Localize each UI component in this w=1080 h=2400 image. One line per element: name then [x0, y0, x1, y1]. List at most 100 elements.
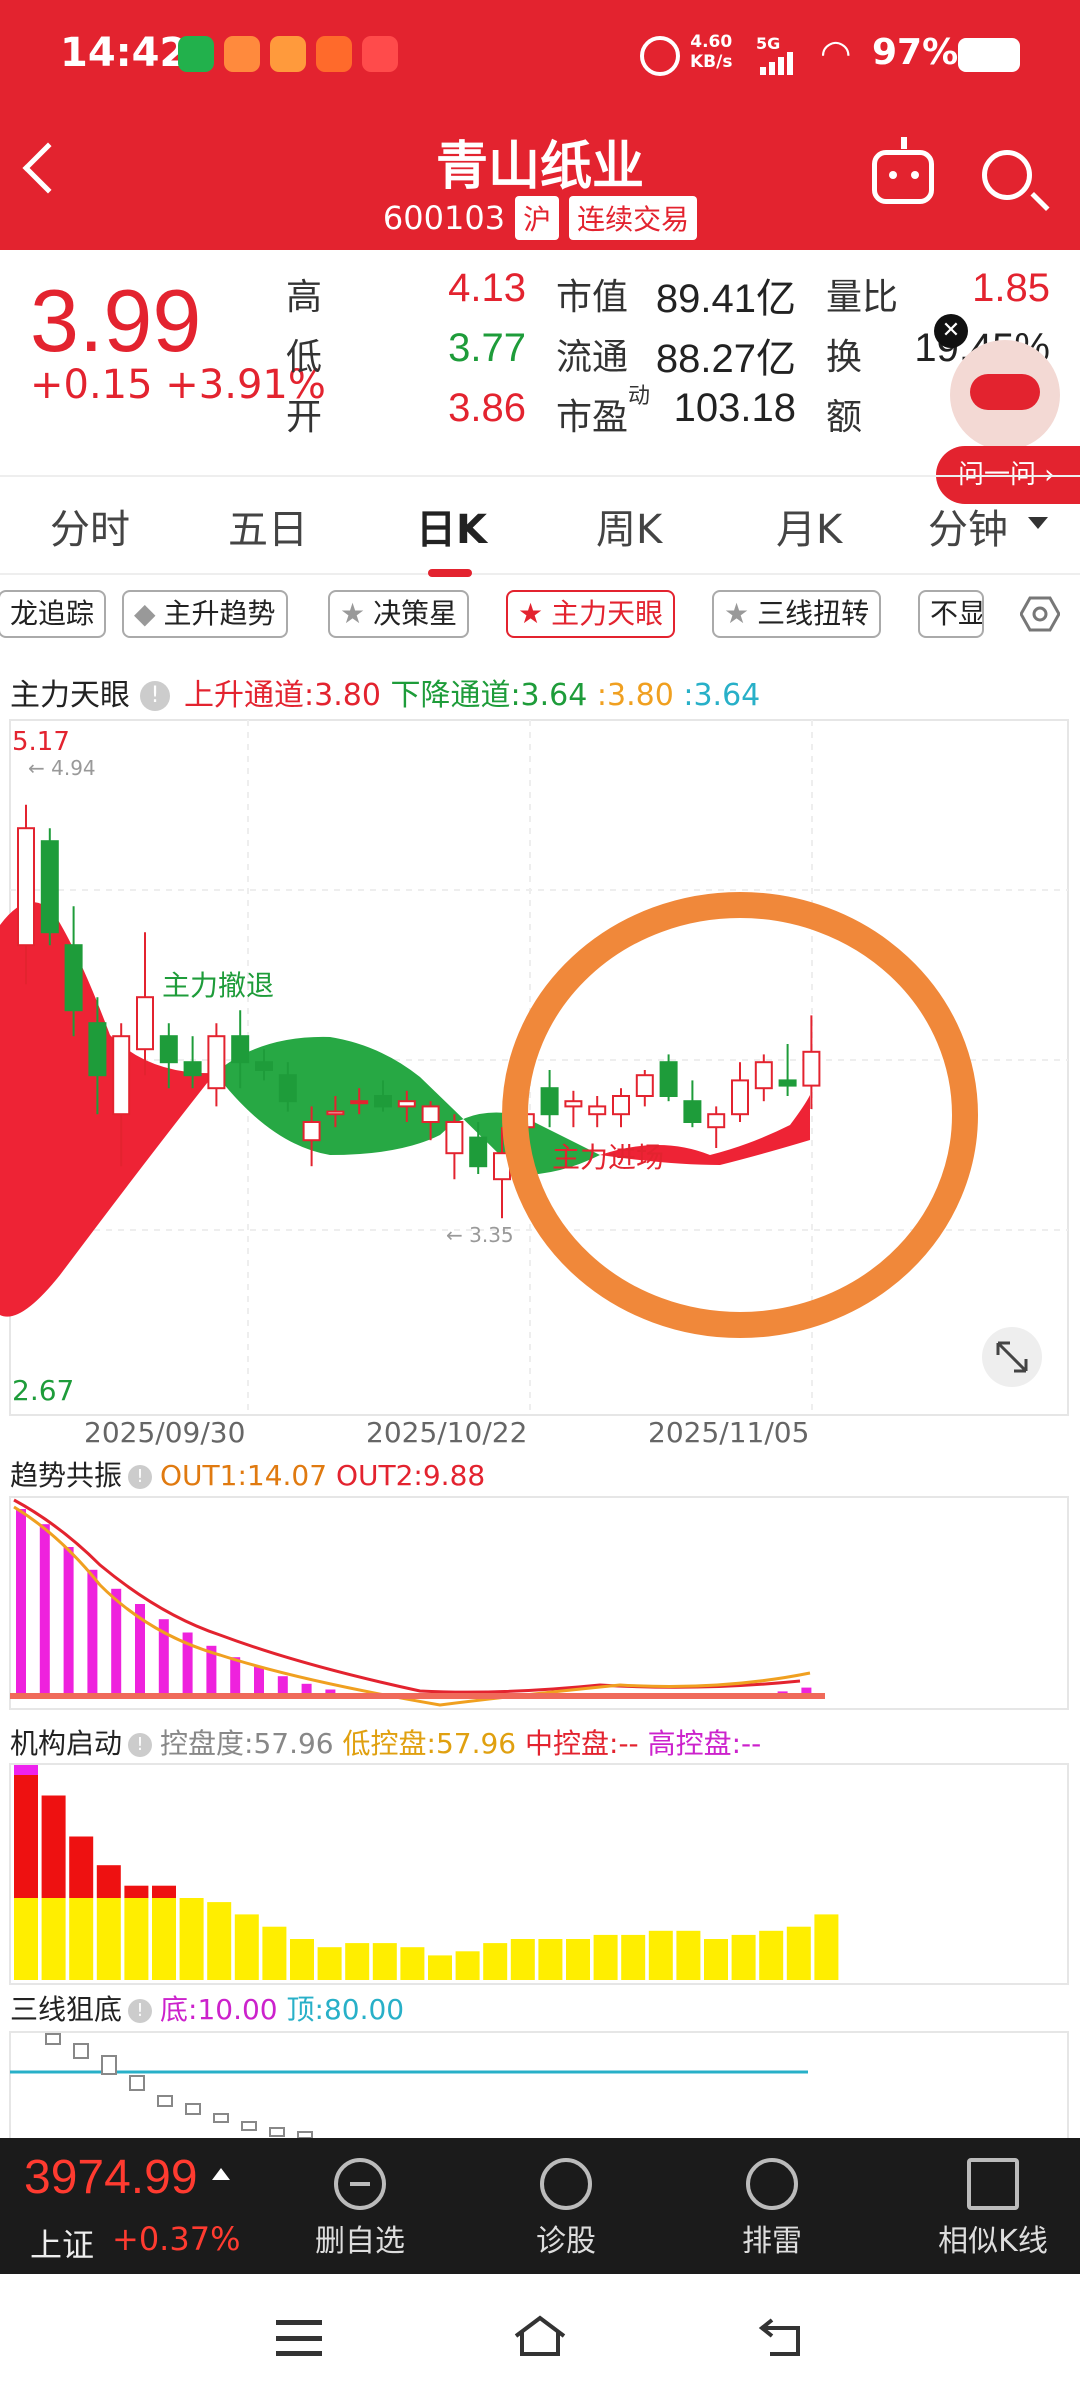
candle-body[interactable] [112, 1035, 131, 1116]
phone-app-icon [270, 36, 306, 72]
close-icon[interactable]: ✕ [934, 314, 968, 348]
remove-watchlist-label: 删自选 [315, 2224, 405, 2259]
index-change: +0.37% [112, 2220, 241, 2258]
app-notification-icon [316, 36, 352, 72]
candle-body[interactable] [350, 1100, 369, 1105]
candle-body[interactable] [731, 1079, 749, 1116]
robot-icon[interactable] [872, 137, 934, 204]
candle-body[interactable] [707, 1113, 726, 1129]
candlestick-chart[interactable]: 5.17 ← 4.94 主力撤退 主力进场 ← 3.35 2.67 [0, 715, 1080, 1460]
candle-body[interactable] [469, 1136, 488, 1168]
volume-ratio-label: 量比 [826, 277, 899, 318]
candle-body[interactable] [445, 1121, 464, 1155]
candle-body[interactable] [659, 1061, 678, 1098]
bottom-indicator-name: 三线狙底 [10, 1993, 123, 2026]
candle-body[interactable] [183, 1061, 202, 1077]
low-control-bar [234, 1914, 259, 1980]
low-control-bar [152, 1898, 176, 1980]
home-icon[interactable] [512, 2314, 568, 2358]
back-icon[interactable] [758, 2314, 804, 2358]
info-icon[interactable]: ! [140, 681, 170, 711]
candle-body[interactable] [778, 1079, 797, 1087]
alarm-icon [640, 36, 680, 76]
trend-resonance-chart [9, 1496, 1069, 1710]
candle-body[interactable] [612, 1095, 630, 1116]
assistant-mascot[interactable] [950, 340, 1060, 450]
chip-three-line[interactable]: ★ 三线扭转 [712, 590, 882, 638]
chip-label: 主力天眼 [551, 597, 664, 630]
low-control-bar [207, 1902, 232, 1980]
x-axis-label: 2025/11/05 [648, 1416, 810, 1449]
candle-body[interactable] [207, 1035, 226, 1090]
open-label: 开 [286, 397, 323, 438]
tab-intraday[interactable]: 分时 [50, 497, 130, 555]
remove-watchlist-button[interactable]: 删自选 [290, 2138, 430, 2274]
candle-body[interactable] [326, 1110, 345, 1116]
candle-body[interactable] [421, 1105, 440, 1123]
tab-day-k[interactable]: 日K [416, 497, 487, 555]
three-line-markers [45, 2033, 313, 2138]
institution-bars-group [14, 1775, 839, 1980]
candle-body[interactable] [40, 840, 59, 934]
info-icon[interactable]: ! [128, 1999, 153, 2023]
candle-body[interactable] [374, 1095, 392, 1108]
low-control-bar [566, 1939, 590, 1980]
tab-minute[interactable]: 分钟 [928, 497, 1008, 555]
wifi-icon: ◠ [820, 33, 852, 74]
expand-icon[interactable] [982, 1327, 1042, 1387]
chip-dragon-track[interactable]: 龙追踪 [0, 590, 107, 638]
candle-body[interactable] [278, 1074, 297, 1103]
out2-label: OUT2:9.88 [335, 1459, 486, 1492]
channel-value-2: :3.64 [683, 678, 761, 713]
low-control-bar [179, 1898, 204, 1980]
period-tabs: 分时 五日 日K 周K 月K 分钟 [0, 475, 1080, 577]
info-icon[interactable]: ! [128, 1465, 153, 1489]
low-control-bar [621, 1934, 646, 1980]
index-value[interactable]: 3974.99 [24, 2150, 198, 2205]
chip-hide[interactable]: 不显 [918, 590, 984, 638]
low-control-bar [814, 1914, 839, 1980]
tab-month-k[interactable]: 月K [776, 497, 842, 555]
candle-body[interactable] [17, 827, 35, 947]
candle-body[interactable] [136, 996, 154, 1051]
enter-annotation: 主力进场 [552, 1141, 664, 1174]
low-control-bar [593, 1934, 618, 1980]
battery-level: 97% [872, 32, 959, 73]
candle-body[interactable] [683, 1100, 702, 1124]
trend-indicator-header: 趋势共振! OUT1:14.07 OUT2:9.88 [10, 1454, 485, 1494]
candle-body[interactable] [540, 1087, 559, 1116]
candle-body[interactable] [588, 1105, 607, 1116]
candle-body[interactable] [231, 1035, 250, 1064]
chip-main-rise[interactable]: ◆ 主升趋势 [122, 590, 288, 638]
candle-body[interactable] [255, 1061, 273, 1072]
net-speed-unit: KB/s [690, 52, 733, 72]
mid-control-bar [96, 1865, 121, 1898]
candle-body[interactable] [302, 1121, 321, 1142]
risk-scan-button[interactable]: 排雷 [702, 2138, 842, 2274]
tab-week-k[interactable]: 周K [596, 497, 662, 555]
search-icon[interactable] [982, 150, 1032, 200]
system-nav-bar [0, 2274, 1080, 2400]
candle-body[interactable] [64, 944, 83, 1012]
up-channel-label: 上升通道:3.80 [184, 678, 381, 713]
similar-kline-button[interactable]: 相似K线 [908, 2138, 1078, 2274]
trend-bar [230, 1657, 241, 1699]
menu-icon[interactable] [276, 2320, 322, 2356]
floor-label: 底:10.00 [160, 1993, 278, 2026]
candle-body[interactable] [88, 1022, 107, 1077]
candle-body[interactable] [564, 1100, 583, 1108]
candle-body[interactable] [802, 1050, 821, 1087]
settings-icon[interactable] [1020, 596, 1060, 632]
candle-body[interactable] [635, 1074, 654, 1098]
tab-five-day[interactable]: 五日 [228, 497, 308, 555]
info-icon[interactable]: ! [128, 1733, 153, 1757]
chip-main-force-eye[interactable]: ★ 主力天眼 [506, 590, 676, 638]
candle-body[interactable] [397, 1100, 416, 1108]
diagnose-button[interactable]: 诊股 [496, 2138, 636, 2274]
low-control-bar [262, 1926, 287, 1980]
chevron-down-icon[interactable] [1028, 517, 1048, 529]
chip-decision-star[interactable]: ★ 决策星 [328, 590, 470, 638]
candle-body[interactable] [754, 1061, 773, 1090]
candle-body[interactable] [159, 1035, 178, 1064]
three-line-chart [9, 2031, 1069, 2138]
